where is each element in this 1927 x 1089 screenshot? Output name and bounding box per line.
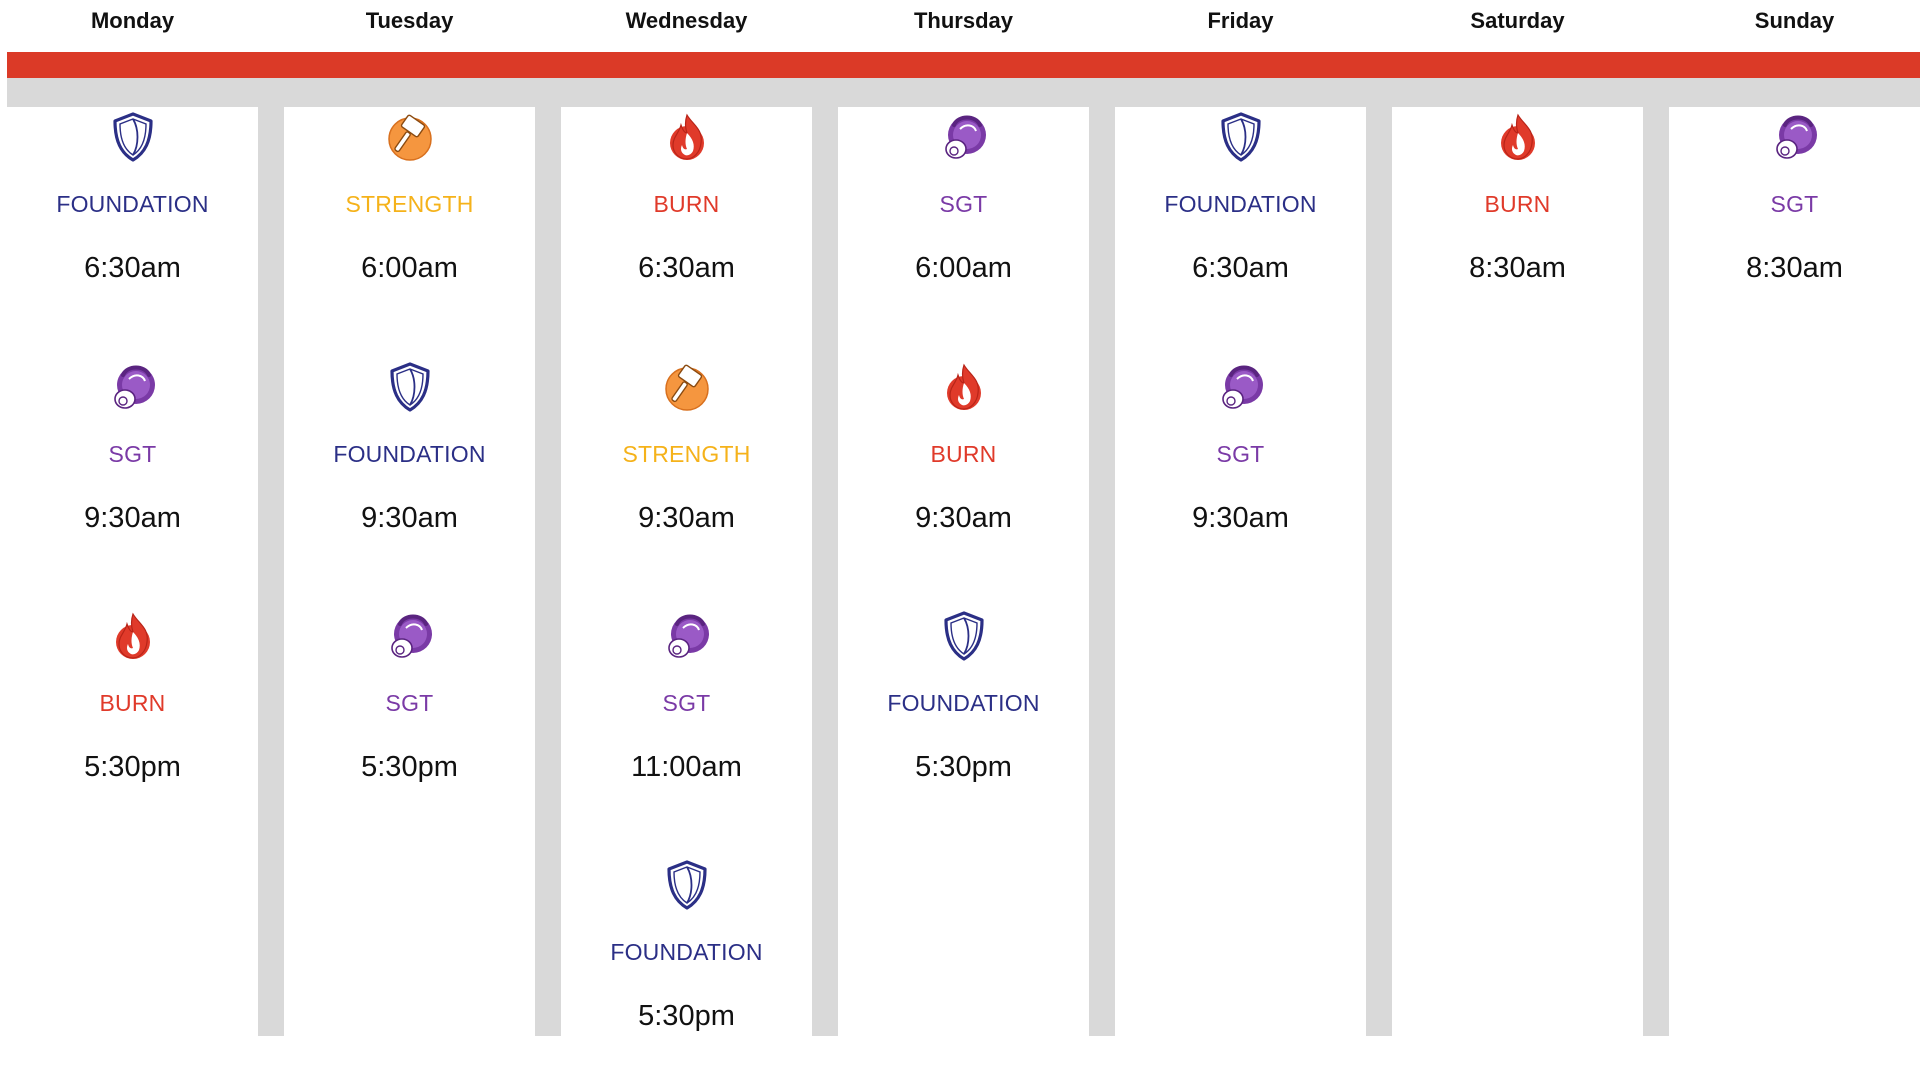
class-time: 5:30pm [361, 751, 458, 783]
kettlebell-icon [1771, 111, 1819, 163]
kettlebell-icon [940, 111, 988, 163]
class-session[interactable]: SGT 5:30pm [284, 610, 535, 840]
flame-icon [940, 361, 988, 413]
shield-icon [663, 859, 711, 911]
class-session[interactable]: FOUNDATION 6:30am [7, 111, 258, 341]
class-time: 6:30am [84, 252, 181, 284]
class-session[interactable]: BURN 6:30am [561, 111, 812, 341]
kettlebell-icon [1217, 361, 1265, 413]
class-time: 9:30am [361, 502, 458, 534]
shield-icon [940, 610, 988, 662]
class-session[interactable]: SGT 9:30am [1115, 361, 1366, 591]
flame-icon [663, 111, 711, 163]
accent-bar [7, 52, 1920, 78]
kettlebell-icon [109, 361, 157, 413]
class-time: 6:00am [361, 252, 458, 284]
class-name: FOUNDATION [56, 191, 209, 217]
class-time: 6:30am [1192, 252, 1289, 284]
class-time: 9:30am [638, 502, 735, 534]
header-divider-bar [7, 78, 1920, 107]
day-column-friday: FOUNDATION 6:30am SGT 9:30am [1115, 107, 1366, 1036]
shield-icon [1217, 111, 1265, 163]
day-header-friday: Friday [1207, 8, 1274, 33]
day-column-wednesday: BURN 6:30am STRENGTH 9:30am SGT 11:00am FOUNDA… [561, 107, 812, 1036]
class-time: 8:30am [1469, 252, 1566, 284]
column-divider [1366, 107, 1392, 1036]
class-session[interactable]: FOUNDATION 6:30am [1115, 111, 1366, 341]
day-column-sunday: SGT 8:30am [1669, 107, 1920, 1036]
day-header-monday: Monday [90, 8, 175, 33]
class-time: 11:00am [631, 751, 742, 783]
class-time: 5:30pm [84, 751, 181, 783]
day-column-monday: FOUNDATION 6:30am SGT 9:30am BURN 5:30pm [7, 107, 258, 1036]
day-column-saturday: BURN 8:30am [1392, 107, 1643, 1036]
column-divider [1643, 107, 1669, 1036]
day-header-row: Monday Tuesday Wednesday Thursday Friday… [7, 0, 1920, 42]
class-name: STRENGTH [622, 441, 751, 467]
class-session[interactable]: BURN 9:30am [838, 361, 1089, 591]
class-name: FOUNDATION [887, 690, 1040, 716]
class-time: 5:30pm [915, 751, 1012, 783]
class-name: SGT [939, 191, 988, 217]
day-header-tuesday: Tuesday [365, 8, 454, 33]
class-session[interactable]: SGT 6:00am [838, 111, 1089, 341]
class-session[interactable]: FOUNDATION 5:30pm [561, 859, 812, 1089]
class-time: 6:00am [915, 252, 1012, 284]
hammer-icon [386, 111, 434, 163]
class-time: 9:30am [84, 502, 181, 534]
class-time: 8:30am [1746, 252, 1843, 284]
column-divider [535, 107, 561, 1036]
class-session[interactable]: FOUNDATION 9:30am [284, 361, 535, 591]
class-session[interactable]: BURN 8:30am [1392, 111, 1643, 341]
day-header-sunday: Sunday [1754, 8, 1835, 33]
day-header-thursday: Thursday [913, 8, 1014, 33]
class-name: BURN [99, 690, 166, 716]
class-name: FOUNDATION [1164, 191, 1317, 217]
class-name: SGT [662, 690, 711, 716]
class-session[interactable]: FOUNDATION 5:30pm [838, 610, 1089, 840]
class-time: 9:30am [915, 502, 1012, 534]
day-column-thursday: SGT 6:00am BURN 9:30am FOUNDATION 5:30pm [838, 107, 1089, 1036]
shield-icon [109, 111, 157, 163]
class-name: BURN [1484, 191, 1551, 217]
class-session[interactable]: SGT 11:00am [561, 610, 812, 840]
flame-icon [109, 610, 157, 662]
class-name: SGT [108, 441, 157, 467]
class-name: FOUNDATION [333, 441, 486, 467]
kettlebell-icon [386, 610, 434, 662]
flame-icon [1494, 111, 1542, 163]
class-session[interactable]: SGT 8:30am [1669, 111, 1920, 341]
class-session[interactable]: SGT 9:30am [7, 361, 258, 591]
class-session[interactable]: STRENGTH 9:30am [561, 361, 812, 591]
column-divider [812, 107, 838, 1036]
shield-icon [386, 361, 434, 413]
day-column-tuesday: STRENGTH 6:00am FOUNDATION 9:30am SGT 5:30pm [284, 107, 535, 1036]
class-name: SGT [1216, 441, 1265, 467]
class-name: SGT [1770, 191, 1819, 217]
class-time: 6:30am [638, 252, 735, 284]
class-name: BURN [930, 441, 997, 467]
hammer-icon [663, 361, 711, 413]
column-divider [258, 107, 284, 1036]
class-time: 5:30pm [638, 1000, 735, 1032]
column-divider [1089, 107, 1115, 1036]
day-header-saturday: Saturday [1470, 8, 1565, 33]
class-name: FOUNDATION [610, 939, 763, 965]
kettlebell-icon [663, 610, 711, 662]
class-name: SGT [385, 690, 434, 716]
class-name: STRENGTH [345, 191, 474, 217]
day-header-wednesday: Wednesday [625, 8, 748, 33]
class-session[interactable]: STRENGTH 6:00am [284, 111, 535, 341]
class-time: 9:30am [1192, 502, 1289, 534]
class-session[interactable]: BURN 5:30pm [7, 610, 258, 840]
class-name: BURN [653, 191, 720, 217]
